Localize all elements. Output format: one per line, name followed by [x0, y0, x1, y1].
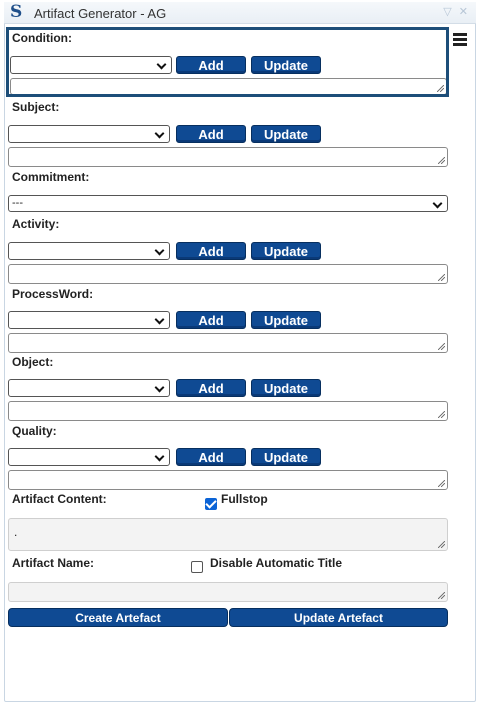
app-logo-icon: S [10, 2, 23, 22]
subject-select[interactable] [8, 125, 170, 143]
quality-add-button[interactable]: Add [176, 448, 246, 466]
resize-grip-icon[interactable] [438, 157, 445, 164]
quality-textarea[interactable] [8, 470, 448, 490]
object-update-button[interactable]: Update [251, 379, 321, 397]
resize-grip-icon[interactable] [438, 411, 445, 418]
chevron-down-icon [432, 198, 443, 209]
resize-grip-icon[interactable] [438, 274, 445, 281]
object-textarea[interactable] [8, 401, 448, 421]
activity-add-button[interactable]: Add [176, 242, 246, 260]
resize-grip-icon[interactable] [438, 541, 445, 548]
chevron-down-icon [154, 245, 165, 256]
resize-grip-icon[interactable] [438, 480, 445, 487]
resize-grip-icon[interactable] [437, 85, 444, 92]
processword-update-button[interactable]: Update [251, 311, 321, 329]
window-title: Artifact Generator - AG [34, 6, 167, 21]
activity-update-button[interactable]: Update [251, 242, 321, 260]
create-artefact-button[interactable]: Create Artefact [8, 608, 228, 627]
chevron-down-icon [154, 314, 165, 325]
activity-textarea[interactable] [8, 264, 448, 284]
condition-select[interactable] [10, 56, 172, 74]
commitment-selected-value: --- [12, 197, 23, 209]
quality-update-button[interactable]: Update [251, 448, 321, 466]
subject-add-button[interactable]: Add [176, 125, 246, 143]
object-select[interactable] [8, 379, 170, 397]
processword-add-button[interactable]: Add [176, 311, 246, 329]
artifact-content-label: Artifact Content: [12, 492, 107, 506]
title-bar: S Artifact Generator - AG ▽ ✕ [4, 2, 476, 24]
fullstop-checkbox[interactable] [205, 498, 217, 510]
activity-label: Activity: [12, 217, 60, 231]
chevron-down-icon [154, 128, 165, 139]
quality-select[interactable] [8, 448, 170, 466]
commitment-label: Commitment: [12, 170, 90, 184]
processword-textarea[interactable] [8, 333, 448, 353]
hamburger-menu-icon[interactable] [453, 33, 467, 46]
activity-select[interactable] [8, 242, 170, 260]
quality-label: Quality: [12, 424, 57, 438]
processword-select[interactable] [8, 311, 170, 329]
resize-grip-icon[interactable] [438, 592, 445, 599]
object-add-button[interactable]: Add [176, 379, 246, 397]
condition-textarea[interactable] [10, 78, 447, 95]
fullstop-label: Fullstop [221, 492, 268, 506]
condition-label: Condition: [12, 31, 72, 45]
subject-update-button[interactable]: Update [251, 125, 321, 143]
commitment-select[interactable]: --- [8, 195, 448, 212]
processword-label: ProcessWord: [12, 287, 94, 301]
artifact-name-textarea[interactable] [8, 582, 448, 602]
subject-label: Subject: [12, 100, 60, 114]
artifact-name-label: Artifact Name: [12, 556, 95, 570]
condition-add-button[interactable]: Add [176, 56, 246, 74]
chevron-down-icon [154, 451, 165, 462]
artifact-content-value: . [14, 525, 18, 539]
condition-update-button[interactable]: Update [251, 56, 321, 74]
resize-grip-icon[interactable] [438, 343, 445, 350]
disable-auto-title-checkbox[interactable] [191, 561, 203, 573]
artifact-content-textarea[interactable]: . [8, 518, 448, 551]
object-label: Object: [12, 355, 54, 369]
chevron-down-icon [154, 382, 165, 393]
subject-textarea[interactable] [8, 147, 448, 167]
chevron-down-icon [156, 59, 167, 70]
disable-auto-title-label: Disable Automatic Title [210, 556, 343, 570]
update-artefact-button[interactable]: Update Artefact [229, 608, 448, 627]
window-controls-icon[interactable]: ▽ ✕ [443, 5, 470, 18]
